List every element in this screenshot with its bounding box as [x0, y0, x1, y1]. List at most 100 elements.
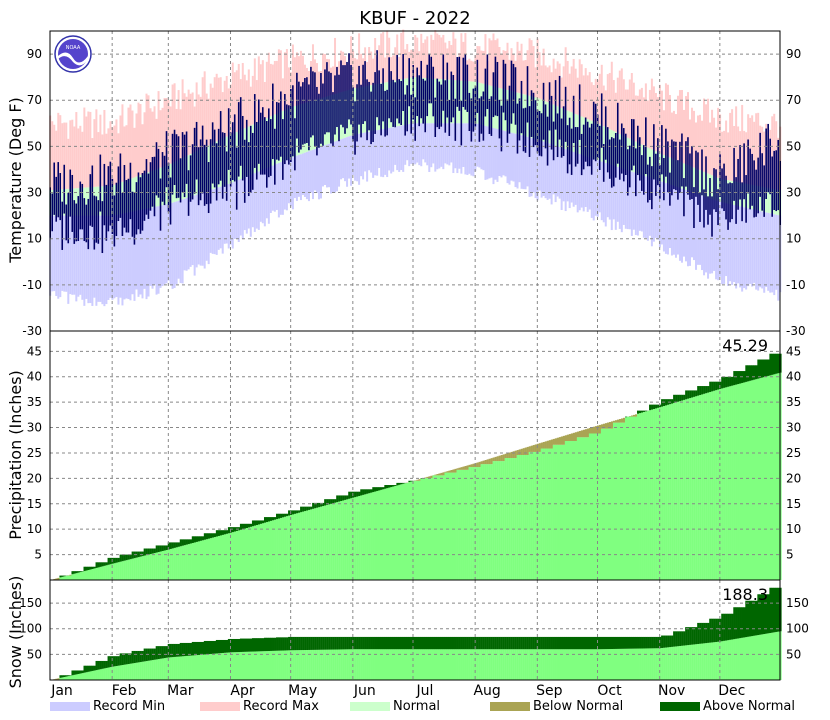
- record-max-bar: [552, 58, 555, 105]
- record-min-bar: [326, 144, 329, 188]
- normal-accum-bar: [592, 433, 596, 580]
- normal-accum-bar: [757, 635, 760, 680]
- normal-accum-bar: [235, 652, 239, 680]
- record-min-bar: [295, 155, 298, 201]
- observed-temp-bar: [400, 80, 402, 125]
- observed-temp-bar: [312, 71, 314, 136]
- observed-temp-bar: [199, 139, 202, 201]
- observed-temp-bar: [336, 67, 338, 128]
- normal-accum-bar: [185, 655, 188, 680]
- above-normal-bar: [95, 660, 98, 671]
- observed-temp-bar: [177, 136, 180, 198]
- normal-accum-bar: [508, 649, 511, 680]
- normal-accum-bar: [245, 651, 249, 680]
- below-normal-bar: [572, 432, 576, 442]
- normal-accum-bar: [546, 649, 549, 680]
- record-min-bar: [199, 193, 202, 266]
- observed-temp-bar: [53, 162, 56, 215]
- record-min-bar: [303, 152, 306, 197]
- above-normal-bar: [414, 636, 417, 650]
- record-min-bar: [508, 132, 511, 185]
- normal-accum-bar: [95, 670, 98, 680]
- normal-accum-bar: [344, 499, 347, 580]
- normal-accum-bar: [514, 649, 517, 680]
- above-normal-bar: [673, 631, 676, 647]
- above-normal-bar: [344, 495, 347, 500]
- normal-accum-bar: [641, 648, 644, 680]
- above-normal-bar: [394, 485, 397, 486]
- month-label: Sep: [536, 683, 563, 699]
- observed-temp-bar: [366, 79, 368, 141]
- observed-temp-bar: [406, 85, 408, 132]
- normal-accum-bar: [765, 633, 768, 680]
- observed-temp-bar: [711, 196, 713, 237]
- record-min-bar: [512, 133, 515, 182]
- normal-accum-bar: [582, 437, 586, 580]
- normal-accum-bar: [472, 467, 475, 580]
- record-max-bar: [582, 75, 585, 118]
- record-min-bar: [420, 123, 423, 167]
- normal-accum-bar: [157, 659, 160, 680]
- record-max-bar: [498, 47, 501, 89]
- normal-accum-bar: [572, 441, 576, 580]
- normal-accum-bar: [205, 654, 209, 680]
- normal-accum-bar: [366, 493, 369, 580]
- above-normal-bar: [276, 513, 279, 520]
- normal-accum-bar: [410, 649, 413, 680]
- normal-accum-bar: [580, 437, 584, 580]
- normal-accum-bar: [622, 422, 626, 580]
- normal-accum-bar: [221, 534, 225, 580]
- normal-accum-bar: [761, 377, 764, 580]
- observed-temp-bar: [113, 195, 116, 247]
- normal-accum-bar: [276, 650, 279, 680]
- above-normal-bar: [574, 636, 578, 650]
- month-axis: Jan Feb Mar Apr May Jun Jul Aug Sep Oct Nov Dec: [50, 683, 745, 699]
- observed-temp-bar: [276, 102, 278, 160]
- above-normal-bar: [725, 376, 728, 388]
- above-normal-bar: [227, 527, 231, 534]
- normal-accum-bar: [753, 379, 756, 580]
- above-normal-bar: [302, 636, 305, 651]
- record-min-bar: [400, 125, 403, 171]
- normal-accum-bar: [300, 650, 303, 680]
- normal-accum-bar: [751, 380, 754, 580]
- normal-accum-bar: [255, 525, 259, 580]
- record-max-bar: [394, 47, 397, 81]
- above-normal-bar: [197, 536, 201, 542]
- observed-temp-bar: [57, 162, 60, 218]
- record-min-bar: [733, 205, 736, 283]
- observed-temp-bar: [378, 70, 380, 126]
- observed-temp-bar: [270, 119, 272, 176]
- observed-temp-bar: [259, 112, 262, 175]
- record-max-bar: [628, 79, 631, 139]
- normal-accum-bar: [602, 649, 606, 680]
- normal-accum-bar: [452, 472, 455, 580]
- record-min-bar: [484, 125, 487, 180]
- above-normal-bar: [115, 557, 118, 563]
- above-normal-bar: [488, 636, 491, 650]
- normal-accum-bar: [500, 461, 503, 580]
- normal-accum-bar: [400, 484, 403, 580]
- below-normal-bar: [482, 460, 485, 465]
- observed-temp-bar: [141, 173, 144, 231]
- normal-accum-bar: [691, 397, 694, 580]
- observed-temp-bar: [538, 110, 541, 156]
- record-min-bar: [514, 133, 517, 188]
- record-min-bar: [670, 185, 673, 256]
- month-label: Feb: [112, 683, 137, 699]
- normal-accum-bar: [614, 422, 618, 580]
- normal-accum-bar: [548, 649, 551, 680]
- normal-accum-bar: [103, 565, 106, 580]
- above-normal-bar: [715, 381, 718, 391]
- above-normal-bar: [717, 381, 720, 390]
- observed-temp-bar: [701, 149, 703, 196]
- above-normal-bar: [693, 390, 696, 397]
- observed-temp-bar: [570, 128, 573, 175]
- above-normal-bar: [372, 636, 375, 650]
- observed-temp-bar: [673, 141, 675, 190]
- record-min-bar: [464, 123, 467, 175]
- below-normal-bar: [436, 474, 439, 476]
- observed-temp-bar: [314, 72, 316, 147]
- record-max-bar: [197, 94, 200, 151]
- observed-temp-bar: [127, 178, 130, 233]
